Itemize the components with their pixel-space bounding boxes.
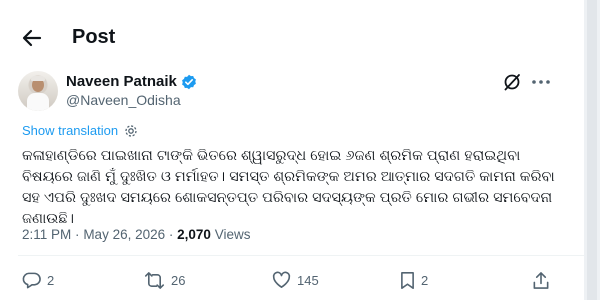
verified-badge-icon <box>181 74 196 89</box>
back-button[interactable] <box>18 24 46 52</box>
more-options-button[interactable] <box>530 72 552 92</box>
bookmark-icon <box>401 271 414 289</box>
post-time[interactable]: 2:11 PM <box>22 227 71 242</box>
author-name-row[interactable]: Naveen Patnaik <box>66 73 197 90</box>
like-count: 145 <box>297 272 319 288</box>
views-label: Views <box>214 227 251 242</box>
repost-icon <box>144 271 165 289</box>
action-bar: 2 26 145 2 <box>0 266 584 294</box>
grok-button[interactable] <box>502 72 522 92</box>
share-icon <box>533 271 549 289</box>
author-name[interactable]: Naveen Patnaik <box>66 73 177 90</box>
reply-icon <box>22 272 41 288</box>
avatar[interactable] <box>18 71 58 111</box>
tweet-meta: 2:11 PM · May 26, 2026 · 2,070 Views <box>22 227 251 242</box>
scrollbar[interactable] <box>584 0 600 300</box>
post-date[interactable]: May 26, 2026 <box>83 227 165 242</box>
meta-separator: · <box>75 227 80 242</box>
views-count: 2,070 <box>177 227 211 242</box>
arrow-left-icon <box>22 29 42 47</box>
show-translation-link[interactable]: Show translation <box>22 123 138 138</box>
scrollbar-thumb[interactable] <box>587 0 597 300</box>
heart-icon <box>272 271 291 288</box>
translate-label[interactable]: Show translation <box>22 123 118 138</box>
divider <box>18 255 584 256</box>
more-horizontal-icon <box>532 80 550 84</box>
grok-icon <box>504 74 520 91</box>
gear-icon[interactable] <box>124 124 138 138</box>
share-button[interactable] <box>532 266 550 294</box>
author-handle[interactable]: @Naveen_Odisha <box>66 92 181 108</box>
repost-button[interactable]: 26 <box>144 266 185 294</box>
repost-count: 26 <box>171 272 186 288</box>
meta-separator: · <box>168 227 174 242</box>
page-title: Post <box>72 26 116 48</box>
reply-button[interactable]: 2 <box>22 266 54 294</box>
like-button[interactable]: 145 <box>272 266 319 294</box>
bookmark-count: 2 <box>421 272 429 288</box>
tweet-text: କଳାହାଣ୍ଡିରେ ପାଇଖାନା ଟାଙ୍କି ଭିତରେ ଶ୍ୱାସରୁ… <box>22 148 555 227</box>
reply-count: 2 <box>47 272 55 288</box>
post-header: Post <box>0 0 584 74</box>
bookmark-button[interactable]: 2 <box>400 266 428 294</box>
